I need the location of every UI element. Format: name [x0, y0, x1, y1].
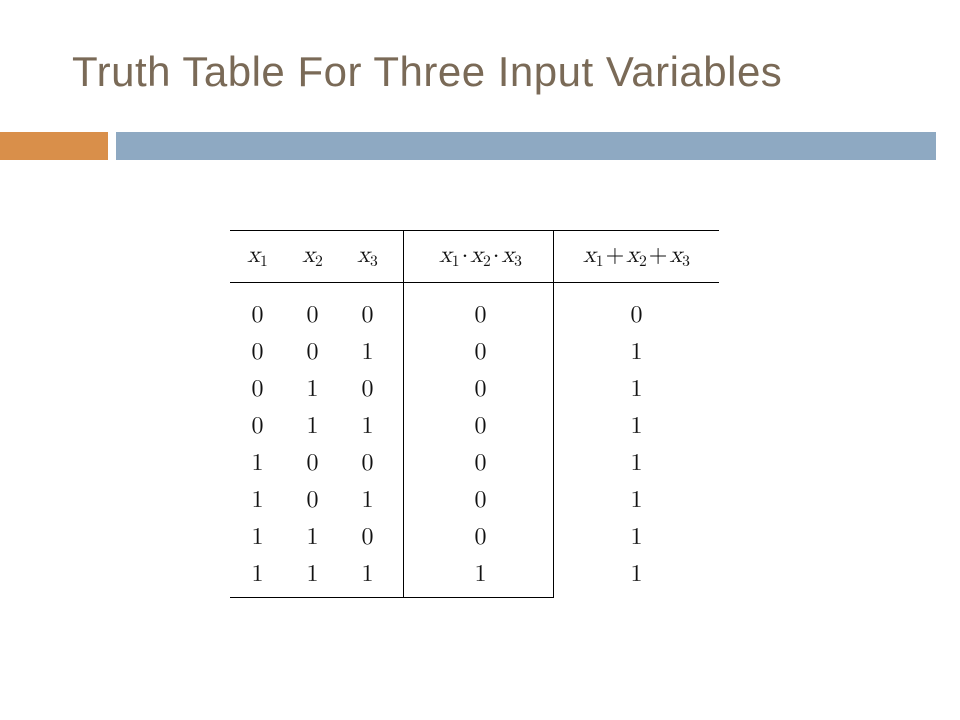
- table-row: 00000: [230, 282, 719, 334]
- cell-or: 1: [554, 371, 720, 408]
- cell-x1: 0: [230, 334, 285, 371]
- cell-x1: 1: [230, 519, 285, 556]
- col-header-x1: x1: [230, 231, 285, 283]
- cell-and: 0: [404, 445, 554, 482]
- cell-and: 0: [404, 371, 554, 408]
- col-header-or: x1+x2+x3: [554, 231, 720, 283]
- cell-or: 1: [554, 334, 720, 371]
- cell-x1: 0: [230, 282, 285, 334]
- cell-x3: 0: [340, 371, 404, 408]
- table-row: 11111: [230, 556, 719, 598]
- cell-x3: 0: [340, 282, 404, 334]
- cell-and: 0: [404, 408, 554, 445]
- cell-x1: 1: [230, 445, 285, 482]
- table-body: 0000000101010010110110001101011100111111: [230, 282, 719, 597]
- slide: Truth Table For Three Input Variables x1…: [0, 0, 960, 720]
- cell-or: 1: [554, 519, 720, 556]
- cell-x3: 1: [340, 408, 404, 445]
- table-row: 10101: [230, 482, 719, 519]
- cell-or: 0: [554, 282, 720, 334]
- accent-block: [0, 132, 108, 160]
- cell-x2: 1: [285, 371, 340, 408]
- cell-x2: 0: [285, 482, 340, 519]
- cell-or: 1: [554, 556, 720, 598]
- cell-x1: 0: [230, 371, 285, 408]
- col-header-x2: x2: [285, 231, 340, 283]
- cell-x1: 0: [230, 408, 285, 445]
- cell-x3: 0: [340, 445, 404, 482]
- cell-x1: 1: [230, 556, 285, 598]
- cell-x2: 1: [285, 519, 340, 556]
- cell-and: 1: [404, 556, 554, 598]
- cell-x2: 0: [285, 445, 340, 482]
- table: x1 x2 x3 x1·x2·x3 x1+x2+x3 0000000101010…: [230, 230, 719, 598]
- table-row: 01001: [230, 371, 719, 408]
- slide-title: Truth Table For Three Input Variables: [72, 48, 920, 96]
- cell-and: 0: [404, 519, 554, 556]
- table-header-row: x1 x2 x3 x1·x2·x3 x1+x2+x3: [230, 231, 719, 283]
- cell-and: 0: [404, 482, 554, 519]
- cell-and: 0: [404, 334, 554, 371]
- truth-table: x1 x2 x3 x1·x2·x3 x1+x2+x3 0000000101010…: [230, 230, 719, 598]
- cell-x2: 1: [285, 556, 340, 598]
- cell-x3: 0: [340, 519, 404, 556]
- cell-or: 1: [554, 482, 720, 519]
- col-header-and: x1·x2·x3: [404, 231, 554, 283]
- cell-or: 1: [554, 408, 720, 445]
- col-header-x3: x3: [340, 231, 404, 283]
- table-row: 00101: [230, 334, 719, 371]
- divider-line: [116, 132, 936, 160]
- cell-x2: 1: [285, 408, 340, 445]
- cell-x3: 1: [340, 334, 404, 371]
- cell-x2: 0: [285, 334, 340, 371]
- cell-and: 0: [404, 282, 554, 334]
- table-row: 10001: [230, 445, 719, 482]
- cell-x3: 1: [340, 556, 404, 598]
- table-row: 11001: [230, 519, 719, 556]
- table-row: 01101: [230, 408, 719, 445]
- cell-x3: 1: [340, 482, 404, 519]
- cell-or: 1: [554, 445, 720, 482]
- cell-x2: 0: [285, 282, 340, 334]
- cell-x1: 1: [230, 482, 285, 519]
